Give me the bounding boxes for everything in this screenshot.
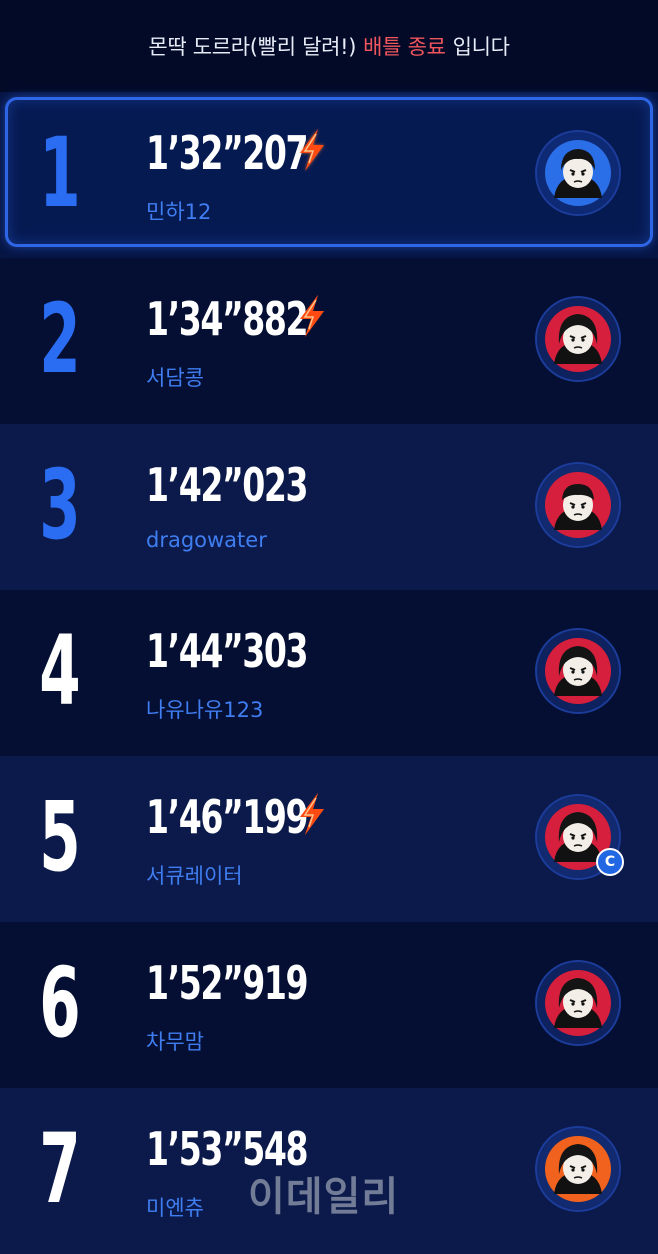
player-avatar[interactable]	[537, 464, 619, 546]
player-avatar[interactable]	[537, 298, 619, 380]
avatar-red-icon	[545, 472, 611, 538]
rank-number: 3	[39, 449, 81, 561]
lap-time: 1’44”303	[146, 624, 309, 678]
avatar-blue-icon	[545, 140, 611, 206]
avatar-orange-icon	[545, 1136, 611, 1202]
rank-number: 4	[39, 615, 81, 727]
player-name: 서큐레이터	[146, 864, 243, 888]
player-name: dragowater	[146, 528, 267, 552]
watermark-logo: 이데일리	[248, 1174, 400, 1220]
battle-title: 몬딱 도르라(빨리 달려!)	[148, 35, 357, 59]
player-avatar[interactable]	[537, 132, 619, 214]
lightning-bolt-icon	[300, 793, 324, 835]
ranking-row[interactable]: 6 1’52”919 차무맘	[0, 922, 658, 1088]
rank-number: 7	[39, 1113, 81, 1225]
ranking-row[interactable]: 5 1’46”199 서큐레이터 C	[0, 756, 658, 922]
rank-number: 1	[39, 117, 81, 229]
lightning-bolt-icon	[300, 295, 324, 337]
lap-time: 1’46”199	[146, 790, 309, 844]
ranking-row[interactable]: 4 1’44”303 나유나유123	[0, 590, 658, 756]
creator-badge-icon: C	[596, 848, 624, 876]
lap-time: 1’34”882	[146, 292, 309, 346]
battle-status-suffix: 입니다	[452, 35, 510, 59]
lap-time: 1’32”207	[146, 126, 309, 180]
avatar-red-icon	[545, 638, 611, 704]
avatar-red-icon	[545, 306, 611, 372]
rank-number: 2	[39, 283, 81, 395]
player-name: 민하12	[146, 200, 212, 224]
lap-time: 1’52”919	[146, 956, 309, 1010]
player-name: 미엔츄	[146, 1196, 204, 1220]
rank-number: 5	[39, 781, 81, 893]
ranking-row[interactable]: 1 1’32”207 민하12	[0, 92, 658, 258]
player-avatar[interactable]	[537, 1128, 619, 1210]
player-avatar[interactable]	[537, 630, 619, 712]
avatar-red-icon	[545, 970, 611, 1036]
rank-number: 6	[39, 947, 81, 1059]
player-avatar[interactable]	[537, 962, 619, 1044]
battle-status-text: 배틀 종료	[363, 35, 446, 59]
ranking-row[interactable]: 2 1’34”882 서담콩	[0, 258, 658, 424]
player-name: 나유나유123	[146, 698, 264, 722]
player-name: 차무맘	[146, 1030, 204, 1054]
player-name: 서담콩	[146, 366, 204, 390]
battle-status-header: 몬딱 도르라(빨리 달려!) 배틀 종료 입니다	[0, 0, 658, 92]
ranking-row[interactable]: 3 1’42”023 dragowater	[0, 424, 658, 590]
lightning-bolt-icon	[300, 129, 324, 171]
lap-time: 1’42”023	[146, 458, 309, 512]
